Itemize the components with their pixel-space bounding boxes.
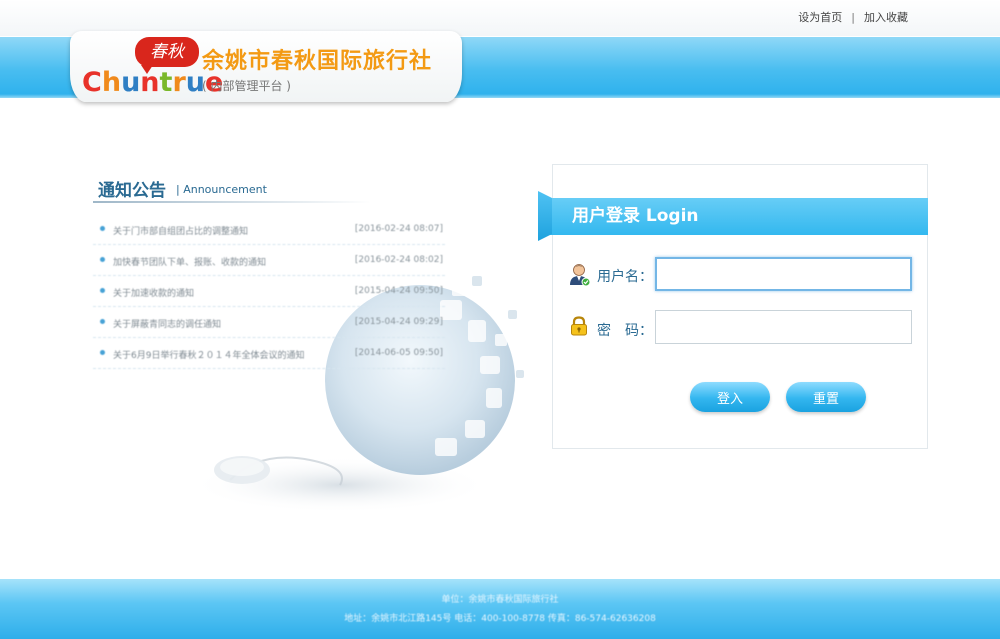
- top-links: 设为首页 | 加入收藏: [798, 9, 908, 25]
- notice-item-date: [2014-06-05 09:50]: [354, 348, 443, 358]
- notice-list: 关于门市部自组团占比的调整通知 [2016-02-24 08:07] 加快春节团…: [93, 214, 445, 369]
- login-button[interactable]: 登入: [690, 382, 770, 412]
- notice-item-text[interactable]: 关于6月9日举行春秋２０１４年全体会议的通知: [113, 348, 338, 361]
- password-label: 密 码：: [597, 323, 653, 339]
- username-input[interactable]: [655, 257, 912, 291]
- notice-item[interactable]: 关于加速收款的通知 [2015-04-24 09:50]: [93, 276, 445, 307]
- notice-subtitle: | Announcement: [176, 183, 267, 196]
- login-title: 用户登录 Login: [572, 206, 699, 226]
- company-name: 余姚市春秋国际旅行社: [202, 49, 433, 74]
- user-icon: [569, 263, 591, 291]
- logo-letter: C: [82, 67, 102, 98]
- notice-item-date: [2015-04-24 09:50]: [354, 286, 443, 296]
- bullet-icon: [100, 257, 105, 262]
- notice-item[interactable]: 关于6月9日举行春秋２０１４年全体会议的通知 [2014-06-05 09:50…: [93, 338, 445, 369]
- bullet-icon: [100, 319, 105, 324]
- bullet-icon: [100, 288, 105, 293]
- notice-item[interactable]: 关于屏蔽青同志的调任通知 [2015-04-24 09:29]: [93, 307, 445, 338]
- notice-item-text[interactable]: 加快春节团队下单、报账、收款的通知: [113, 255, 338, 268]
- lock-icon: [570, 316, 588, 340]
- logo-chinese-text: 春秋: [150, 42, 184, 62]
- notice-title: 通知公告: [98, 181, 166, 201]
- add-favorite-link[interactable]: 加入收藏: [864, 11, 908, 24]
- logo-letter: n: [140, 67, 160, 98]
- footer: 单位：余姚市春秋国际旅行社 地址：余姚市北江路145号 电话：400-100-8…: [0, 579, 1000, 639]
- top-links-separator: |: [851, 11, 855, 24]
- bullet-icon: [100, 350, 105, 355]
- logo-letter: u: [121, 67, 141, 98]
- username-label: 用户名：: [597, 269, 653, 285]
- notice-item[interactable]: 关于门市部自组团占比的调整通知 [2016-02-24 08:07]: [93, 214, 445, 245]
- notice-item-date: [2016-02-24 08:02]: [354, 255, 443, 265]
- logo-letter: t: [159, 67, 173, 98]
- notice-item-text[interactable]: 关于屏蔽青同志的调任通知: [113, 317, 338, 330]
- logo-letter: h: [101, 67, 122, 98]
- notice-item[interactable]: 加快春节团队下单、报账、收款的通知 [2016-02-24 08:02]: [93, 245, 445, 276]
- platform-subtitle: ( 内部管理平台 ): [202, 79, 291, 93]
- set-homepage-link[interactable]: 设为首页: [798, 11, 842, 24]
- speech-bubble-icon: 春秋: [135, 37, 199, 74]
- logo-panel: 春秋 Chuntrue 余姚市春秋国际旅行社 ( 内部管理平台 ): [70, 31, 462, 102]
- notice-item-text[interactable]: 关于加速收款的通知: [113, 286, 338, 299]
- notice-divider: [93, 201, 371, 203]
- login-header: 用户登录 Login: [538, 198, 928, 235]
- notice-item-date: [2016-02-24 08:07]: [354, 224, 443, 234]
- footer-company: 单位：余姚市春秋国际旅行社: [441, 595, 559, 605]
- logo-letter: r: [172, 67, 186, 98]
- bullet-icon: [100, 226, 105, 231]
- company-logo: 春秋 Chuntrue: [80, 33, 223, 99]
- reset-button[interactable]: 重置: [786, 382, 866, 412]
- notice-item-date: [2015-04-24 09:29]: [354, 317, 443, 327]
- footer-address: 地址：余姚市北江路145号 电话：400-100-8778 传真：86-574-…: [344, 614, 656, 624]
- password-input[interactable]: [655, 310, 912, 344]
- notice-item-text[interactable]: 关于门市部自组团占比的调整通知: [113, 224, 338, 237]
